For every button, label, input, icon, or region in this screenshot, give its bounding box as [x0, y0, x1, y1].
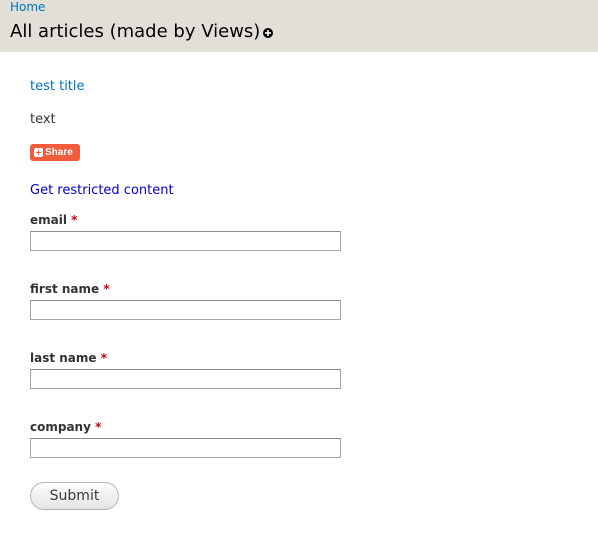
- company-label: company *: [30, 420, 101, 435]
- email-label: email *: [30, 213, 77, 228]
- page-title: All articles (made by Views): [10, 21, 261, 42]
- company-label-text: company: [30, 420, 91, 434]
- last-name-label: last name *: [30, 351, 107, 366]
- page-header: Home All articles (made by Views): [0, 0, 598, 52]
- required-marker: *: [100, 351, 108, 365]
- node-body: text: [30, 112, 56, 127]
- last-name-label-text: last name: [30, 351, 97, 365]
- share-button[interactable]: Share: [30, 144, 80, 161]
- email-field[interactable]: [30, 231, 341, 251]
- required-marker: *: [95, 420, 102, 434]
- email-label-text: email: [30, 213, 67, 227]
- required-marker: *: [71, 213, 78, 227]
- company-field[interactable]: [30, 438, 341, 458]
- submit-button[interactable]: Submit: [30, 482, 119, 510]
- add-shortcut-icon[interactable]: [262, 27, 274, 39]
- last-name-field[interactable]: [30, 369, 341, 389]
- share-label: Share: [45, 147, 73, 158]
- required-marker: *: [103, 282, 110, 296]
- get-restricted-content-link[interactable]: Get restricted content: [30, 183, 174, 199]
- node-title-link[interactable]: test title: [30, 79, 85, 95]
- breadcrumb: Home: [10, 0, 45, 14]
- first-name-label-text: first name: [30, 282, 100, 296]
- breadcrumb-home-link[interactable]: Home: [10, 0, 45, 14]
- first-name-label: first name *: [30, 282, 110, 297]
- first-name-field[interactable]: [30, 300, 341, 320]
- plus-icon: [34, 148, 43, 157]
